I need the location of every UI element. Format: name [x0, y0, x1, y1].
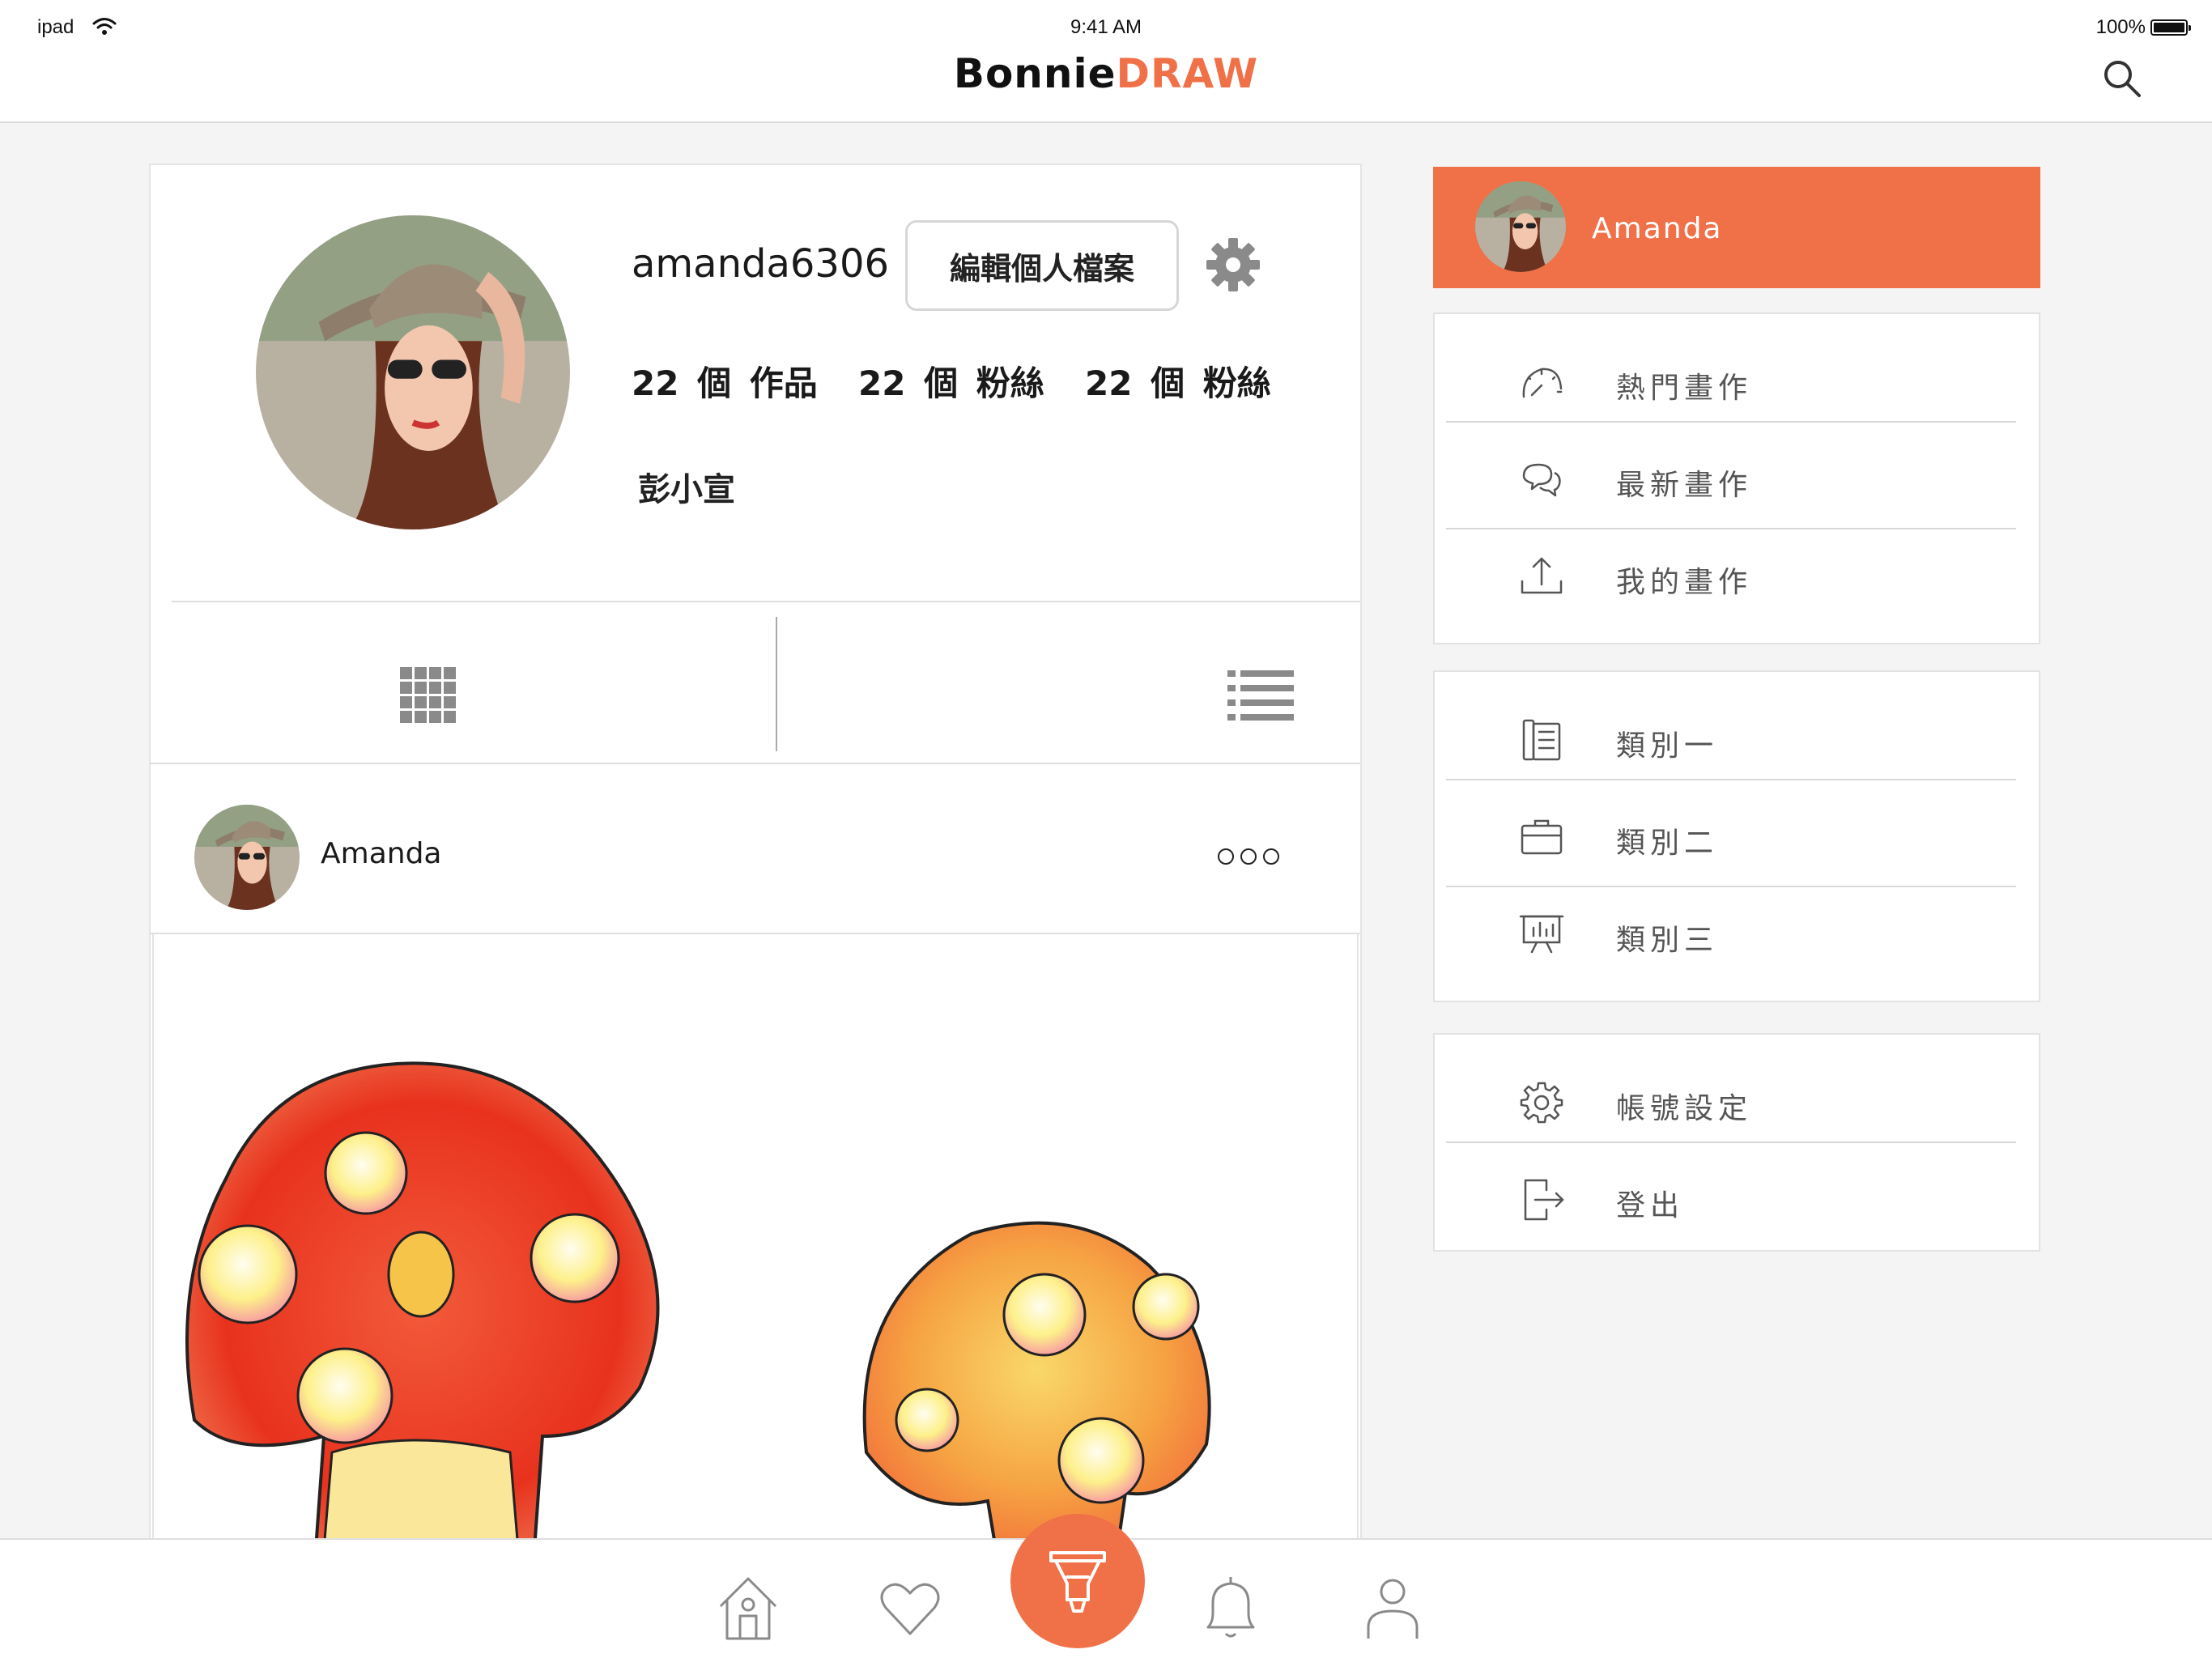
sidebar-user-name: Amanda — [1592, 212, 1723, 245]
speedometer-icon — [1522, 368, 1563, 398]
menu-group-categories: 類別一 類別二 類別三 — [1433, 670, 2040, 1002]
bell-icon[interactable] — [1198, 1574, 1263, 1643]
search-icon[interactable] — [2102, 58, 2142, 99]
menu-group-account: 帳號設定 登出 — [1433, 1033, 2040, 1252]
sidebar-user-header[interactable]: Amanda — [1433, 167, 2040, 288]
menu-item-label: 類別三 — [1616, 924, 1719, 957]
notebook-icon — [1522, 719, 1561, 761]
menu-item-latest[interactable]: 最新畫作 — [1446, 416, 2016, 513]
list-view-button[interactable] — [777, 602, 1360, 761]
dot-icon — [1263, 848, 1279, 865]
stat-fans-count[interactable]: 22 個 粉絲 — [858, 356, 1044, 406]
menu-item-label: 類別二 — [1616, 827, 1719, 860]
menu-item-logout[interactable]: 登出 — [1446, 1137, 2016, 1234]
menu-item-account-settings[interactable]: 帳號設定 — [1446, 1039, 2016, 1137]
post-author-name[interactable]: Amanda — [321, 837, 441, 870]
grid-view-button[interactable] — [151, 602, 751, 761]
stat-following-count[interactable]: 22 個 粉絲 — [1085, 356, 1271, 406]
logo-text-bonnie: Bonnie — [953, 50, 1117, 97]
status-time: 9:41 AM — [1070, 16, 1142, 38]
post-header: Amanda — [151, 764, 1360, 934]
upload-icon — [1521, 557, 1563, 594]
heart-icon[interactable] — [878, 1574, 942, 1643]
dot-icon — [1240, 848, 1257, 865]
profile-username: amanda6306 — [632, 241, 890, 287]
profile-display-name: 彭小宣 — [638, 471, 735, 508]
post-artwork-image[interactable] — [152, 934, 1359, 1538]
more-options-button[interactable] — [1218, 848, 1291, 873]
grid-icon — [400, 667, 456, 723]
draw-button[interactable] — [1010, 1514, 1145, 1648]
app-header: ipad 9:41 AM 100% BonnieDRAW — [0, 0, 2212, 123]
menu-item-label: 登出 — [1616, 1189, 1685, 1222]
menu-item-my-works[interactable]: 我的畫作 — [1446, 513, 2016, 610]
chat-bubbles-icon — [1522, 463, 1561, 497]
menu-item-category-3[interactable]: 類別三 — [1446, 871, 2016, 968]
menu-item-popular[interactable]: 熱門畫作 — [1446, 319, 2016, 416]
profile-card: amanda6306 編輯個人檔案 22 個 作品 22 個 粉絲 22 個 粉… — [149, 164, 1362, 1540]
briefcase-icon — [1521, 819, 1563, 855]
battery-icon — [2150, 19, 2191, 36]
list-icon — [1227, 670, 1294, 721]
sidebar-avatar — [1475, 181, 1566, 272]
menu-item-category-1[interactable]: 類別一 — [1446, 677, 2016, 774]
gear-icon — [1520, 1082, 1563, 1124]
menu-item-label: 最新畫作 — [1616, 469, 1753, 502]
menu-item-label: 帳號設定 — [1616, 1092, 1753, 1125]
stat-works-count[interactable]: 22 個 作品 — [632, 356, 818, 406]
menu-group-browse: 熱門畫作 最新畫作 我的畫作 — [1433, 312, 2040, 644]
profile-avatar — [256, 215, 570, 529]
presentation-icon — [1519, 915, 1564, 954]
menu-item-category-2[interactable]: 類別二 — [1446, 774, 2016, 871]
menu-item-label: 我的畫作 — [1616, 566, 1753, 599]
edit-profile-button[interactable]: 編輯個人檔案 — [905, 220, 1179, 311]
gear-icon[interactable] — [1203, 235, 1263, 295]
logo-text-draw: DRAW — [1116, 50, 1259, 97]
brush-icon — [1049, 1551, 1106, 1613]
app-logo: BonnieDRAW — [0, 50, 2212, 97]
view-toggle — [151, 602, 1360, 764]
menu-item-label: 類別一 — [1616, 729, 1719, 763]
dot-icon — [1218, 848, 1234, 865]
user-icon[interactable] — [1360, 1574, 1425, 1643]
home-icon[interactable] — [716, 1574, 781, 1643]
menu-item-label: 熱門畫作 — [1616, 372, 1753, 405]
logout-icon — [1524, 1179, 1564, 1221]
post-author-avatar[interactable] — [194, 805, 300, 910]
status-battery-percent: 100% — [2095, 16, 2146, 38]
